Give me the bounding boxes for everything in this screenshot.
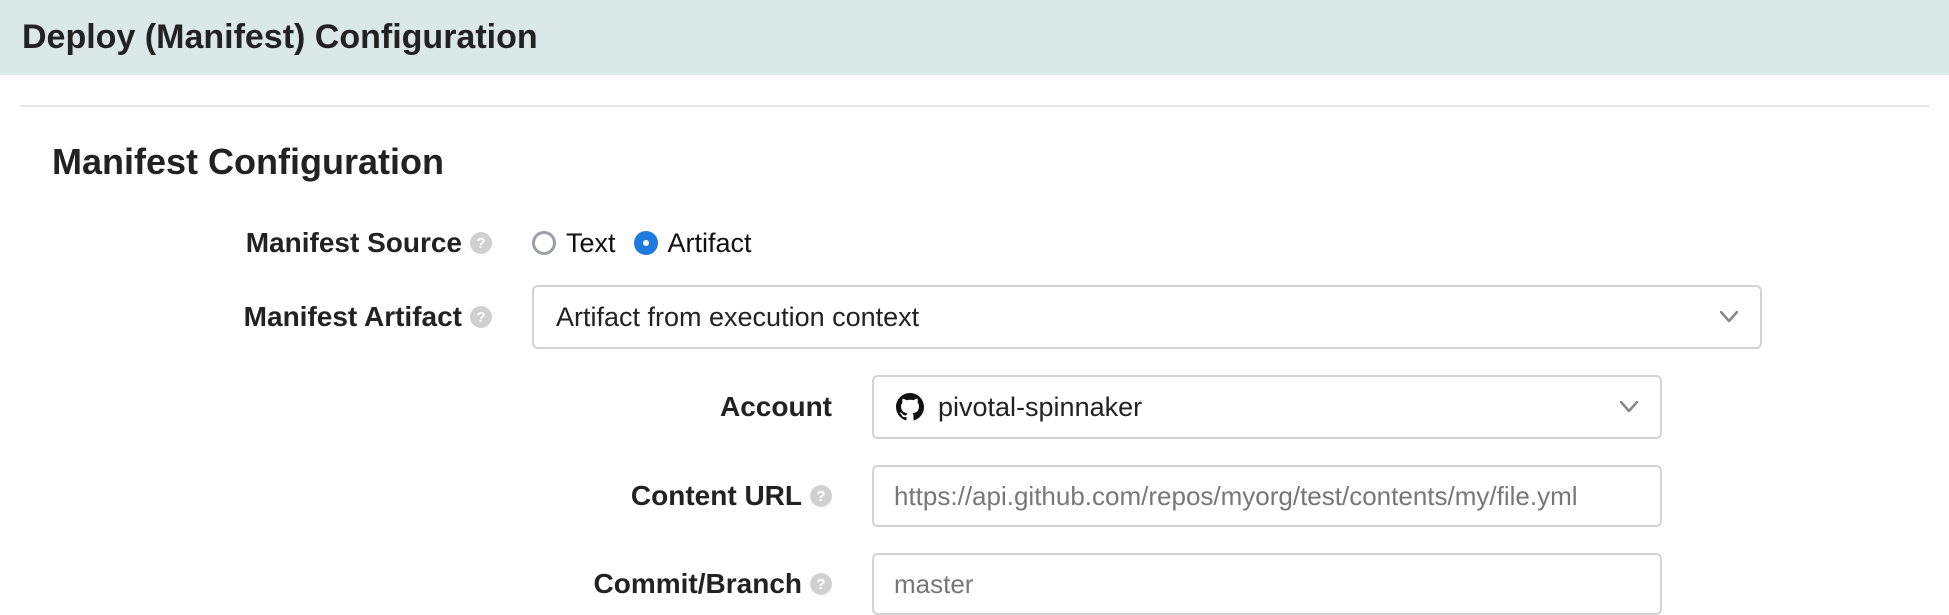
radio-text-label: Text	[566, 228, 616, 259]
field-manifest-artifact: Artifact from execution context	[532, 285, 1897, 349]
content-url-input[interactable]	[872, 465, 1662, 527]
label-text: Commit/Branch	[594, 568, 802, 600]
divider	[20, 105, 1929, 107]
config-panel: Manifest Configuration Manifest Source ?…	[20, 75, 1929, 615]
help-icon[interactable]: ?	[470, 306, 492, 328]
radio-artifact-label: Artifact	[668, 228, 752, 259]
label-text: Manifest Artifact	[244, 301, 462, 333]
radio-circle-icon	[634, 231, 658, 255]
radio-text[interactable]: Text	[532, 228, 616, 259]
field-account: pivotal-spinnaker	[872, 375, 1897, 439]
label-text: Content URL	[631, 480, 802, 512]
label-manifest-source: Manifest Source ?	[52, 227, 532, 259]
field-commit-branch	[872, 553, 1897, 615]
account-value: pivotal-spinnaker	[938, 392, 1142, 423]
help-icon[interactable]: ?	[810, 485, 832, 507]
row-commit-branch: Commit/Branch ?	[52, 553, 1897, 615]
page-title: Deploy (Manifest) Configuration	[22, 18, 1927, 57]
label-content-url: Content URL ?	[52, 480, 872, 512]
help-icon[interactable]: ?	[810, 573, 832, 595]
github-icon	[896, 393, 924, 421]
field-content-url	[872, 465, 1897, 527]
field-manifest-source: Text Artifact	[532, 228, 1897, 259]
manifest-artifact-select[interactable]: Artifact from execution context	[532, 285, 1762, 349]
row-manifest-source: Manifest Source ? Text Artifact	[52, 227, 1897, 259]
chevron-down-icon	[1720, 311, 1738, 323]
radio-circle-icon	[532, 231, 556, 255]
commit-branch-input[interactable]	[872, 553, 1662, 615]
row-account: Account pivotal-spinnaker	[52, 375, 1897, 439]
label-manifest-artifact: Manifest Artifact ?	[52, 301, 532, 333]
form-area: Manifest Source ? Text Artifact Manifest…	[20, 227, 1929, 615]
label-account: Account	[52, 391, 872, 423]
label-commit-branch: Commit/Branch ?	[52, 568, 872, 600]
page-header: Deploy (Manifest) Configuration	[0, 0, 1949, 75]
label-text: Manifest Source	[246, 227, 462, 259]
section-title: Manifest Configuration	[52, 141, 1929, 183]
row-manifest-artifact: Manifest Artifact ? Artifact from execut…	[52, 285, 1897, 349]
select-value: Artifact from execution context	[556, 302, 919, 333]
radio-artifact[interactable]: Artifact	[634, 228, 752, 259]
label-text: Account	[720, 391, 832, 423]
account-select[interactable]: pivotal-spinnaker	[872, 375, 1662, 439]
chevron-down-icon	[1620, 401, 1638, 413]
help-icon[interactable]: ?	[470, 232, 492, 254]
account-select-content: pivotal-spinnaker	[896, 392, 1142, 423]
row-content-url: Content URL ?	[52, 465, 1897, 527]
